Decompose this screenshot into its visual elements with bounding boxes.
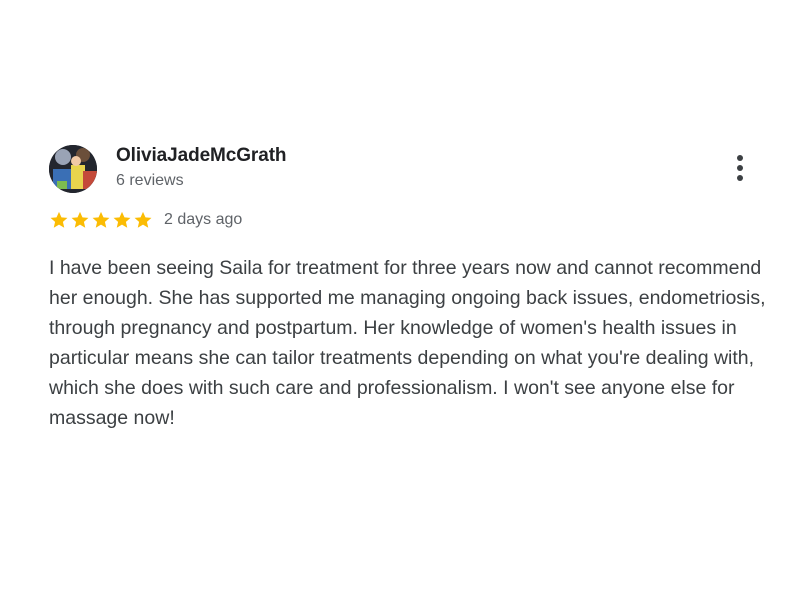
star-icon bbox=[49, 210, 69, 230]
more-vert-icon bbox=[737, 165, 743, 171]
star-icon bbox=[133, 210, 153, 230]
star-rating bbox=[49, 210, 153, 230]
star-icon bbox=[91, 210, 111, 230]
review-date: 2 days ago bbox=[164, 211, 243, 228]
more-vert-icon bbox=[737, 155, 743, 161]
review-text: I have been seeing Saila for treatment f… bbox=[49, 257, 766, 429]
more-options-button[interactable] bbox=[726, 150, 754, 186]
more-vert-icon bbox=[737, 175, 743, 181]
review-count[interactable]: 6 reviews bbox=[116, 172, 184, 190]
rating-row: 2 days ago bbox=[49, 208, 242, 232]
author-name[interactable]: OliviaJadeMcGrath bbox=[116, 145, 287, 167]
avatar[interactable] bbox=[49, 145, 97, 193]
review-card: OliviaJadeMcGrath 6 reviews 2 days ago I… bbox=[0, 0, 800, 600]
star-icon bbox=[70, 210, 90, 230]
star-icon bbox=[112, 210, 132, 230]
